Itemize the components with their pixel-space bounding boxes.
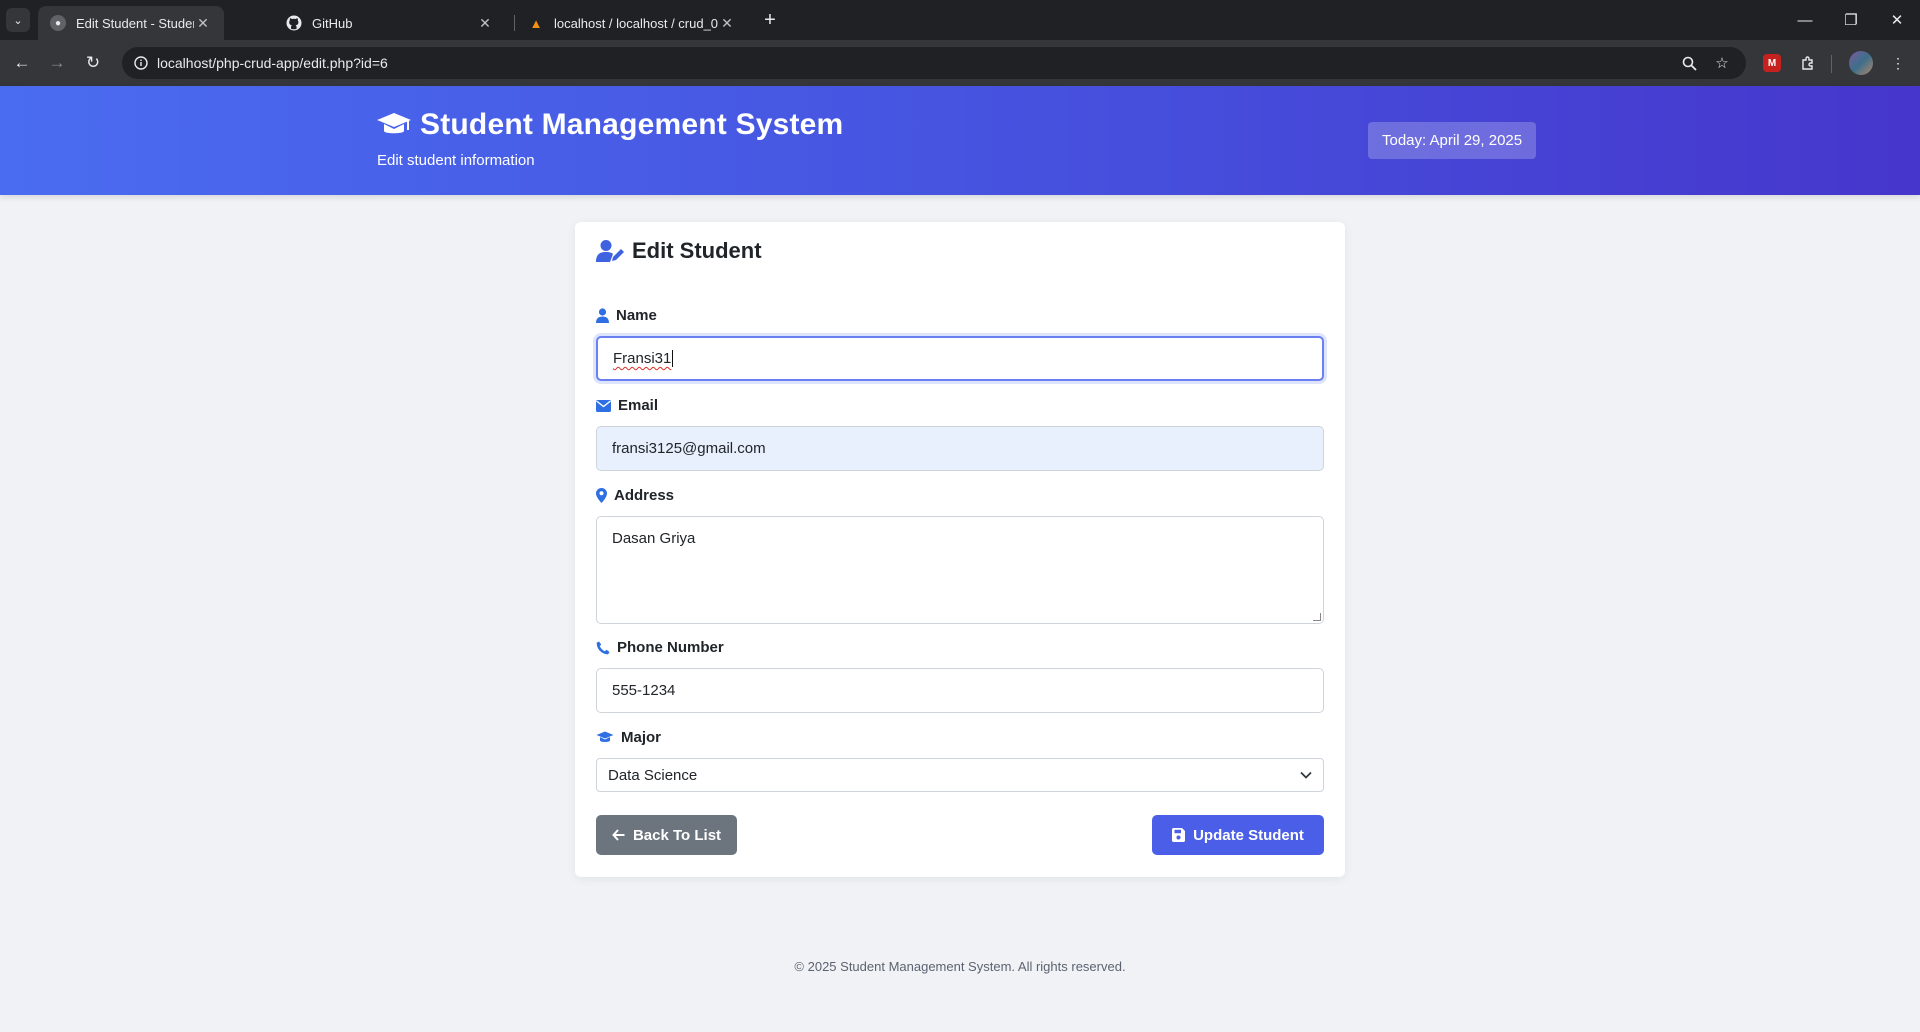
github-icon (286, 15, 302, 31)
card-title: Edit Student (596, 238, 762, 264)
major-label-text: Major (621, 729, 662, 746)
globe-icon: ● (50, 15, 66, 31)
page-header: Student Management System Edit student i… (0, 86, 1920, 195)
name-label: Name (596, 307, 657, 324)
close-tab-icon[interactable]: ✕ (194, 15, 212, 32)
major-select-value: Data Science (608, 766, 698, 784)
major-select[interactable]: Data Science (596, 758, 1324, 792)
phone-label-text: Phone Number (617, 639, 724, 656)
restore-window-icon[interactable]: ❐ (1828, 0, 1874, 40)
tab-search-chevron-icon[interactable]: ⌄ (6, 8, 30, 32)
graduation-cap-icon (596, 731, 614, 742)
major-label: Major (596, 729, 661, 746)
profile-avatar[interactable] (1849, 51, 1873, 75)
minimize-icon[interactable]: — (1782, 0, 1828, 40)
name-input-value: Fransi31 (613, 350, 672, 367)
address-label: Address (596, 487, 674, 504)
edit-student-card: Edit Student Name Fransi31 Email fransi3… (575, 222, 1345, 877)
phone-label: Phone Number (596, 639, 724, 656)
page-footer: © 2025 Student Management System. All ri… (794, 959, 1126, 974)
back-to-list-button[interactable]: Back To List (596, 815, 737, 855)
app-subtitle: Edit student information (377, 152, 535, 169)
phone-input[interactable]: 555-1234 (596, 668, 1324, 713)
email-input[interactable]: fransi3125@gmail.com (596, 426, 1324, 471)
phone-icon (596, 641, 610, 654)
email-label-text: Email (618, 397, 659, 414)
email-label: Email (596, 397, 658, 414)
page-content: Student Management System Edit student i… (0, 86, 1920, 1032)
forward-arrow-icon[interactable]: → (43, 49, 71, 77)
url-text: localhost/php-crud-app/edit.php?id=6 (157, 55, 388, 71)
date-badge: Today: April 29, 2025 (1368, 122, 1537, 159)
bookmark-star-icon[interactable]: ☆ (1710, 51, 1734, 75)
update-button-label: Update Student (1193, 826, 1304, 844)
browser-tab-edit-student[interactable]: ● Edit Student - Student Management Syst… (38, 6, 224, 40)
address-textarea[interactable]: Dasan Griya (596, 516, 1324, 624)
browser-menu-icon[interactable]: ⋮ (1886, 51, 1910, 75)
tab-title: GitHub (312, 15, 353, 31)
tab-title: localhost / localhost / crud_094 (554, 15, 718, 31)
chevron-down-icon (1300, 771, 1312, 779)
browser-tab-phpmyadmin[interactable]: ▲ localhost / localhost / crud_094 ✕ (516, 6, 748, 40)
toolbar-separator (1831, 55, 1832, 73)
user-icon (596, 308, 609, 323)
name-input[interactable]: Fransi31 (596, 336, 1324, 381)
close-window-icon[interactable]: ✕ (1874, 0, 1920, 40)
phpmyadmin-icon: ▲ (529, 15, 543, 31)
tab-title: Edit Student - Student Management System (76, 15, 194, 31)
email-input-value: fransi3125@gmail.com (612, 440, 766, 457)
browser-toolbar: ← → ↻ localhost/php-crud-app/edit.php?id… (0, 40, 1920, 86)
extensions-puzzle-icon[interactable] (1796, 51, 1820, 75)
back-button-label: Back To List (632, 826, 722, 844)
app-title: Student Management System (376, 108, 843, 142)
envelope-icon (596, 399, 611, 412)
extension-mendeley-icon[interactable]: M (1763, 54, 1781, 72)
app-title-text: Student Management System (420, 108, 844, 141)
site-info-icon[interactable] (130, 52, 152, 74)
arrow-left-icon (612, 829, 625, 841)
resize-handle-icon[interactable] (1313, 613, 1321, 621)
reload-icon[interactable]: ↻ (79, 49, 107, 77)
close-tab-icon[interactable]: ✕ (476, 15, 494, 32)
new-tab-plus-icon[interactable]: + (758, 8, 782, 32)
user-edit-icon (596, 240, 624, 262)
tab-separator (514, 15, 515, 31)
zoom-icon[interactable] (1677, 51, 1701, 75)
phone-input-value: 555-1234 (612, 682, 676, 699)
browser-tab-strip: ⌄ ● Edit Student - Student Management Sy… (0, 0, 1920, 40)
save-icon (1172, 828, 1186, 842)
text-caret (672, 350, 674, 367)
map-marker-icon (596, 488, 607, 503)
graduation-cap-icon (377, 113, 411, 134)
back-arrow-icon[interactable]: ← (8, 49, 36, 77)
browser-tab-github[interactable]: GitHub ✕ (274, 6, 506, 40)
name-label-text: Name (616, 307, 657, 324)
address-bar[interactable]: localhost/php-crud-app/edit.php?id=6 ☆ (122, 47, 1746, 79)
update-student-button[interactable]: Update Student (1152, 815, 1324, 855)
close-tab-icon[interactable]: ✕ (718, 15, 736, 32)
address-textarea-value: Dasan Griya (612, 530, 696, 547)
address-label-text: Address (614, 487, 675, 504)
card-title-text: Edit Student (632, 238, 762, 263)
